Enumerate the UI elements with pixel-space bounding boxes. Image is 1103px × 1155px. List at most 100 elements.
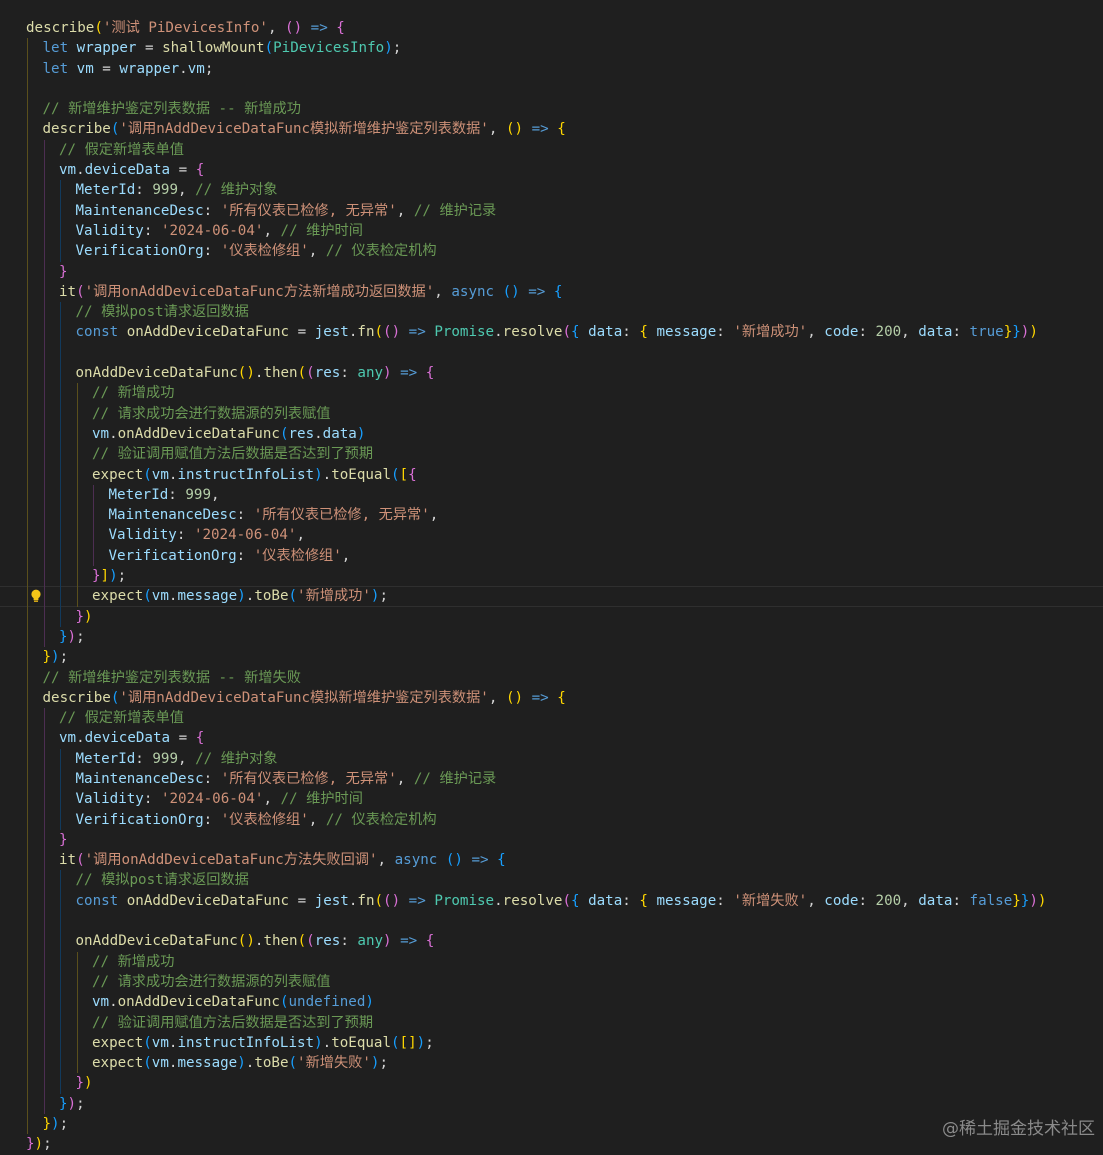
code-line[interactable]: vm.onAddDeviceDataFunc(res.data)	[0, 423, 1103, 445]
code-line[interactable]: onAddDeviceDataFunc().then((res: any) =>…	[0, 931, 1103, 952]
code-line[interactable]: expect(vm.instructInfoList).toEqual([{	[0, 464, 1103, 485]
code-line[interactable]: const onAddDeviceDataFunc = jest.fn(() =…	[0, 322, 1103, 343]
code-line[interactable]	[0, 911, 1103, 932]
code-line[interactable]: MeterId: 999, // 维护对象	[0, 180, 1103, 201]
code-line[interactable]: })	[0, 1073, 1103, 1094]
code-line[interactable]: onAddDeviceDataFunc().then((res: any) =>…	[0, 363, 1103, 384]
code-line[interactable]: expect(vm.instructInfoList).toEqual([]);	[0, 1032, 1103, 1054]
indent-guide	[60, 423, 61, 445]
code-line[interactable]: Validity: '2024-06-04',	[0, 525, 1103, 546]
code-line[interactable]: let vm = wrapper.vm;	[0, 58, 1103, 79]
code-line[interactable]: // 假定新增表单值	[0, 139, 1103, 161]
code-token: :	[203, 202, 221, 219]
code-token: (	[143, 1034, 152, 1051]
code-line[interactable]: });	[0, 647, 1103, 668]
indent-guide	[27, 809, 28, 830]
code-token: ;	[392, 40, 402, 57]
code-line[interactable]: // 模拟post请求返回数据	[0, 302, 1103, 323]
code-token: false	[969, 892, 1013, 909]
code-token: expect	[92, 466, 144, 483]
code-token: .	[109, 994, 118, 1011]
code-line[interactable]: MeterId: 999, // 维护对象	[0, 748, 1103, 769]
code-token: // 验证调用赋值方法后数据是否达到了预期	[92, 1014, 374, 1031]
code-line[interactable]: MaintenanceDesc: '所有仪表已检修, 无异常', // 维护记录	[0, 200, 1103, 221]
code-line[interactable]: })	[0, 606, 1103, 627]
code-token: '调用onAddDeviceDataFunc方法失败回调'	[84, 852, 378, 869]
code-line[interactable]: describe('调用nAddDeviceDataFunc模拟新增维护鉴定列表…	[0, 687, 1103, 709]
code-line[interactable]: vm.onAddDeviceDataFunc(undefined)	[0, 992, 1103, 1013]
code-line[interactable]: // 假定新增表单值	[0, 708, 1103, 729]
indent-guide	[43, 992, 45, 1013]
code-line[interactable]: it('调用onAddDeviceDataFunc方法失败回调', async …	[0, 850, 1103, 871]
code-line[interactable]: // 验证调用赋值方法后数据是否达到了预期	[0, 444, 1103, 465]
indent-guide	[43, 180, 45, 201]
code-line[interactable]: let wrapper = shallowMount(PiDevicesInfo…	[0, 38, 1103, 59]
code-line[interactable]: });	[0, 1134, 1103, 1154]
code-token: MaintenanceDesc	[108, 507, 237, 524]
code-line[interactable]: // 验证调用赋值方法后数据是否达到了预期	[0, 1012, 1103, 1033]
indent-guide	[27, 992, 28, 1013]
code-line-text: VerificationOrg: '仪表检修组', // 仪表检定机构	[76, 810, 437, 830]
indent-guide	[27, 119, 28, 140]
code-line[interactable]: });	[0, 626, 1103, 648]
code-line[interactable]: expect(vm.message).toBe('新增失败');	[0, 1053, 1103, 1074]
indent-guide	[43, 708, 45, 729]
indent-guide	[27, 667, 28, 688]
code-line[interactable]: vm.deviceData = {	[0, 160, 1103, 181]
code-token: 200	[875, 324, 902, 341]
code-token: Validity	[75, 222, 144, 239]
code-line[interactable]: VerificationOrg: '仪表检修组', // 仪表检定机构	[0, 241, 1103, 262]
code-token: =>	[462, 852, 498, 869]
code-line[interactable]: vm.deviceData = {	[0, 728, 1103, 749]
code-line[interactable]: // 新增维护鉴定列表数据 -- 新增成功	[0, 99, 1103, 120]
code-token: (	[76, 852, 85, 869]
code-token: MaintenanceDesc	[75, 770, 204, 787]
code-token: vm	[187, 60, 205, 77]
indent-guide	[43, 890, 45, 912]
code-line[interactable]: // 新增成功	[0, 951, 1103, 972]
indent-guide	[27, 444, 28, 465]
code-line[interactable]: MaintenanceDesc: '所有仪表已检修, 无异常', // 维护记录	[0, 768, 1103, 790]
indent-guide	[60, 322, 61, 343]
code-line[interactable]: MaintenanceDesc: '所有仪表已检修, 无异常',	[0, 505, 1103, 526]
lightbulb-icon[interactable]	[28, 588, 44, 604]
code-line[interactable]: }]);	[0, 566, 1103, 587]
code-line[interactable]: Validity: '2024-06-04', // 维护时间	[0, 220, 1103, 242]
code-token: // 模拟post请求返回数据	[75, 304, 249, 321]
code-line[interactable]: // 新增维护鉴定列表数据 -- 新增失败	[0, 667, 1103, 688]
code-line[interactable]: }	[0, 261, 1103, 282]
code-line[interactable]: const onAddDeviceDataFunc = jest.fn(() =…	[0, 890, 1103, 912]
code-line[interactable]: }	[0, 829, 1103, 851]
indent-guide	[76, 992, 78, 1013]
code-token: // 维护对象	[195, 182, 278, 199]
indent-guide	[76, 951, 78, 972]
code-line[interactable]: // 请求成功会进行数据源的列表赋值	[0, 971, 1103, 993]
code-line[interactable]	[0, 342, 1103, 364]
code-area[interactable]: describe('测试 PiDevicesInfo', () => {let …	[0, 18, 1103, 1155]
code-line[interactable]	[0, 78, 1103, 100]
code-line[interactable]: });	[0, 1114, 1103, 1135]
code-line[interactable]: MeterId: 999,	[0, 484, 1103, 506]
code-line-text: })	[76, 607, 93, 627]
code-token: toEqual	[331, 1034, 391, 1051]
code-line[interactable]: describe('调用nAddDeviceDataFunc模拟新增维护鉴定列表…	[0, 119, 1103, 140]
code-line[interactable]: expect(vm.message).toBe('新增成功');	[0, 586, 1103, 607]
code-line[interactable]: });	[0, 1093, 1103, 1115]
code-token: {	[425, 933, 435, 950]
code-line[interactable]: describe('测试 PiDevicesInfo', () => {	[0, 18, 1103, 38]
code-line[interactable]: Validity: '2024-06-04', // 维护时间	[0, 789, 1103, 810]
code-token: {	[571, 892, 580, 909]
code-line[interactable]: // 模拟post请求返回数据	[0, 870, 1103, 891]
code-line[interactable]: VerificationOrg: '仪表检修组', // 仪表检定机构	[0, 809, 1103, 830]
code-line[interactable]: // 新增成功	[0, 383, 1103, 404]
code-token: (	[297, 365, 307, 382]
code-line[interactable]: VerificationOrg: '仪表检修组',	[0, 545, 1103, 567]
code-line-text: });	[59, 627, 85, 647]
indent-guide	[60, 220, 61, 242]
code-token: toBe	[254, 588, 289, 605]
indent-guide	[43, 971, 45, 993]
code-line-text: // 模拟post请求返回数据	[76, 870, 249, 890]
code-editor[interactable]: describe('测试 PiDevicesInfo', () => {let …	[0, 0, 1103, 1152]
code-line[interactable]: // 请求成功会进行数据源的列表赋值	[0, 403, 1103, 424]
code-line[interactable]: it('调用onAddDeviceDataFunc方法新增成功返回数据', as…	[0, 281, 1103, 303]
